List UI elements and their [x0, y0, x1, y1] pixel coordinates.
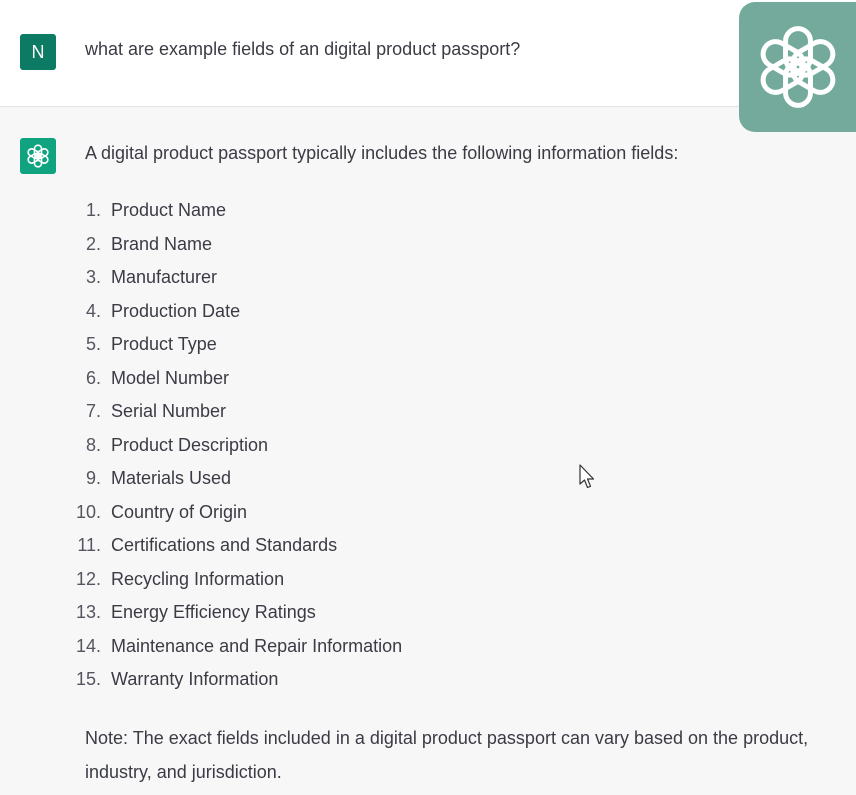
assistant-message-row: A digital product passport typically inc…	[0, 107, 856, 795]
list-item-label: Energy Efficiency Ratings	[111, 602, 316, 622]
list-item-number: 9.	[85, 468, 101, 488]
list-item-number: 10.	[75, 501, 101, 522]
list-item-label: Model Number	[111, 367, 230, 388]
list-item-number: 6.	[85, 367, 101, 388]
list-item-label: Production Date	[111, 300, 241, 321]
mouse-pointer-icon	[579, 464, 595, 489]
list-item-number: 7.	[85, 401, 101, 421]
list-item-label: Product Type	[111, 334, 217, 354]
list-item-label: Materials Used	[111, 468, 232, 488]
list-item-number: 14.	[75, 635, 101, 656]
assistant-avatar	[20, 138, 56, 174]
list-item-number: 4.	[85, 300, 101, 321]
list-item-label: Certifications and Standards	[111, 535, 338, 555]
list-item-label: Warranty Information	[111, 669, 279, 689]
list-item-number: 2.	[85, 233, 101, 254]
list-item-label: Product Description	[111, 434, 269, 455]
list-item-number: 5.	[85, 334, 101, 354]
user-message-row: N what are example fields of an digital …	[0, 0, 856, 107]
assistant-intro-text: A digital product passport typically inc…	[85, 143, 679, 163]
list-item-number: 13.	[75, 602, 101, 622]
user-message-text: what are example fields of an digital pr…	[85, 39, 521, 59]
list-item-number: 12.	[75, 568, 101, 589]
list-item-label: Serial Number	[111, 401, 227, 421]
openai-logo-icon	[739, 2, 856, 132]
list-item-label: Maintenance and Repair Information	[111, 635, 403, 656]
openai-logo-icon	[27, 144, 49, 168]
list-item-number: 1.	[85, 200, 101, 220]
list-item-number: 3.	[85, 267, 101, 287]
user-avatar: N	[20, 34, 56, 70]
list-item-label: Manufacturer	[111, 267, 218, 287]
assistant-note-text: Note: The exact fields included in a dig…	[85, 728, 809, 782]
list-item-label: Recycling Information	[111, 568, 285, 589]
list-item-number: 11.	[77, 535, 101, 555]
list-item-label: Brand Name	[111, 233, 213, 254]
list-item-number: 8.	[85, 434, 101, 455]
list-item-label: Country of Origin	[111, 501, 248, 522]
list-item-number: 15.	[75, 669, 101, 689]
chat-page: N what are example fields of an digital …	[0, 0, 856, 795]
list-item-label: Product Name	[111, 200, 227, 220]
